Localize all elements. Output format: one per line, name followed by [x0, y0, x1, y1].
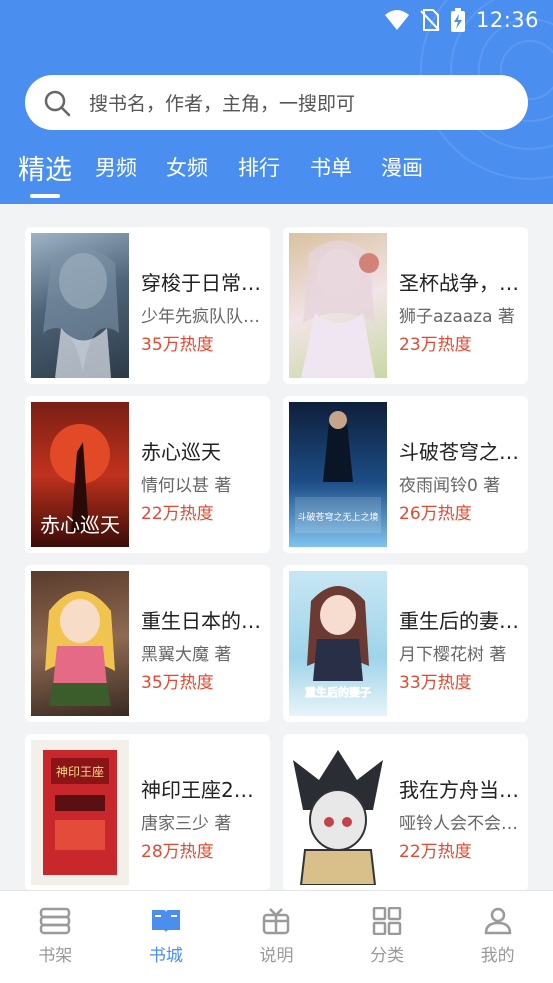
- nav-label: 说明: [259, 946, 294, 966]
- book-card[interactable]: 斗破苍穹之无上之境 斗破苍穹之… 夜雨闻铃0 著 26万热度: [283, 396, 528, 553]
- book-author: 情何以甚 著: [141, 476, 232, 496]
- bookshelf-icon: [40, 907, 71, 935]
- book-cover: [31, 233, 129, 378]
- book-author: 哑铃人会不会…: [399, 814, 518, 834]
- tab-comics[interactable]: 漫画: [381, 152, 423, 182]
- book-title: 重生日本的…: [141, 609, 261, 633]
- nav-category[interactable]: 分类: [332, 891, 443, 983]
- book-title: 神印王座2…: [141, 778, 254, 802]
- book-cover: 重生后的妻子: [289, 571, 387, 716]
- book-title: 我在方舟当…: [399, 778, 519, 802]
- book-author: 月下樱花树 著: [399, 645, 507, 665]
- header: 12:36 搜书名，作者，主角，一搜即可 精选 男频 女频 排行 书单 漫画: [0, 0, 553, 204]
- book-author: 夜雨闻铃0 著: [399, 476, 501, 496]
- gift-box-icon: [263, 908, 290, 935]
- book-cover: [31, 571, 129, 716]
- book-heat: 22万热度: [141, 504, 214, 524]
- cover-title: 斗破苍穹之无上之境: [297, 511, 378, 523]
- status-bar: 12:36: [0, 0, 553, 40]
- book-grid: 穿梭于日常… 少年先疯队队… 35万热度 圣杯战争，… 狮子azaaza 著 2…: [0, 204, 553, 890]
- tab-female[interactable]: 女频: [166, 152, 208, 182]
- nav-bookstore[interactable]: 书城: [111, 891, 222, 983]
- status-time: 12:36: [475, 8, 539, 32]
- cover-title: 神印王座: [56, 764, 104, 779]
- book-cover: 斗破苍穹之无上之境: [289, 402, 387, 547]
- book-card[interactable]: 我在方舟当… 哑铃人会不会… 22万热度: [283, 734, 528, 890]
- grid-icon: [372, 907, 402, 935]
- bottom-nav: 书架 书城 说明 分类 我的: [0, 890, 553, 983]
- tab-featured[interactable]: 精选: [18, 148, 72, 187]
- tab-ranking[interactable]: 排行: [238, 152, 280, 182]
- wifi-icon: [384, 10, 409, 30]
- nav-bookshelf[interactable]: 书架: [0, 891, 111, 983]
- nav-profile[interactable]: 我的: [442, 891, 553, 983]
- book-heat: 28万热度: [141, 842, 214, 862]
- book-title: 穿梭于日常…: [141, 271, 261, 295]
- book-author: 狮子azaaza 著: [399, 307, 515, 327]
- person-icon: [484, 907, 511, 935]
- book-heat: 35万热度: [141, 335, 214, 355]
- book-title: 重生后的妻…: [399, 609, 519, 633]
- book-heat: 33万热度: [399, 673, 472, 693]
- book-card[interactable]: 神印王座 神印王座2… 唐家三少 著 28万热度: [25, 734, 270, 890]
- book-cover: 神印王座: [31, 740, 129, 885]
- cover-title: 重生后的妻子: [305, 685, 371, 699]
- book-card[interactable]: 圣杯战争，… 狮子azaaza 著 23万热度: [283, 227, 528, 384]
- book-heat: 35万热度: [141, 673, 214, 693]
- book-heat: 26万热度: [399, 504, 472, 524]
- book-cover: [289, 740, 387, 885]
- book-heat: 22万热度: [399, 842, 472, 862]
- nav-guide[interactable]: 说明: [221, 891, 332, 983]
- tab-booklist[interactable]: 书单: [310, 152, 352, 182]
- search-placeholder: 搜书名，作者，主角，一搜即可: [89, 93, 356, 115]
- book-author: 黑翼大魔 著: [141, 645, 232, 665]
- book-card[interactable]: 重生日本的… 黑翼大魔 著 35万热度: [25, 565, 270, 722]
- book-cover: [289, 233, 387, 378]
- book-title: 圣杯战争，…: [399, 271, 519, 295]
- book-title: 赤心巡天: [141, 440, 221, 464]
- no-sim-icon: [420, 9, 440, 31]
- book-open-icon: [151, 910, 180, 933]
- book-author: 唐家三少 著: [141, 814, 232, 834]
- nav-label: 我的: [480, 946, 515, 966]
- battery-charging-icon: [450, 8, 465, 32]
- book-cover: 赤心巡天: [31, 402, 129, 547]
- nav-label: 分类: [370, 946, 405, 966]
- book-heat: 23万热度: [399, 335, 472, 355]
- nav-label: 书架: [38, 946, 73, 966]
- cover-title: 赤心巡天: [40, 513, 120, 537]
- book-title: 斗破苍穹之…: [399, 440, 519, 464]
- book-author: 少年先疯队队…: [141, 307, 260, 327]
- search-icon: [44, 90, 71, 116]
- tab-male[interactable]: 男频: [95, 152, 137, 182]
- book-card[interactable]: 赤心巡天 赤心巡天 情何以甚 著 22万热度: [25, 396, 270, 553]
- tab-indicator: [30, 194, 60, 198]
- book-card[interactable]: 重生后的妻子 重生后的妻… 月下樱花树 著 33万热度: [283, 565, 528, 722]
- book-card[interactable]: 穿梭于日常… 少年先疯队队… 35万热度: [25, 227, 270, 384]
- nav-label: 书城: [148, 946, 183, 966]
- search-bar[interactable]: 搜书名，作者，主角，一搜即可: [25, 75, 528, 130]
- category-tabs: 精选 男频 女频 排行 书单 漫画: [0, 144, 553, 204]
